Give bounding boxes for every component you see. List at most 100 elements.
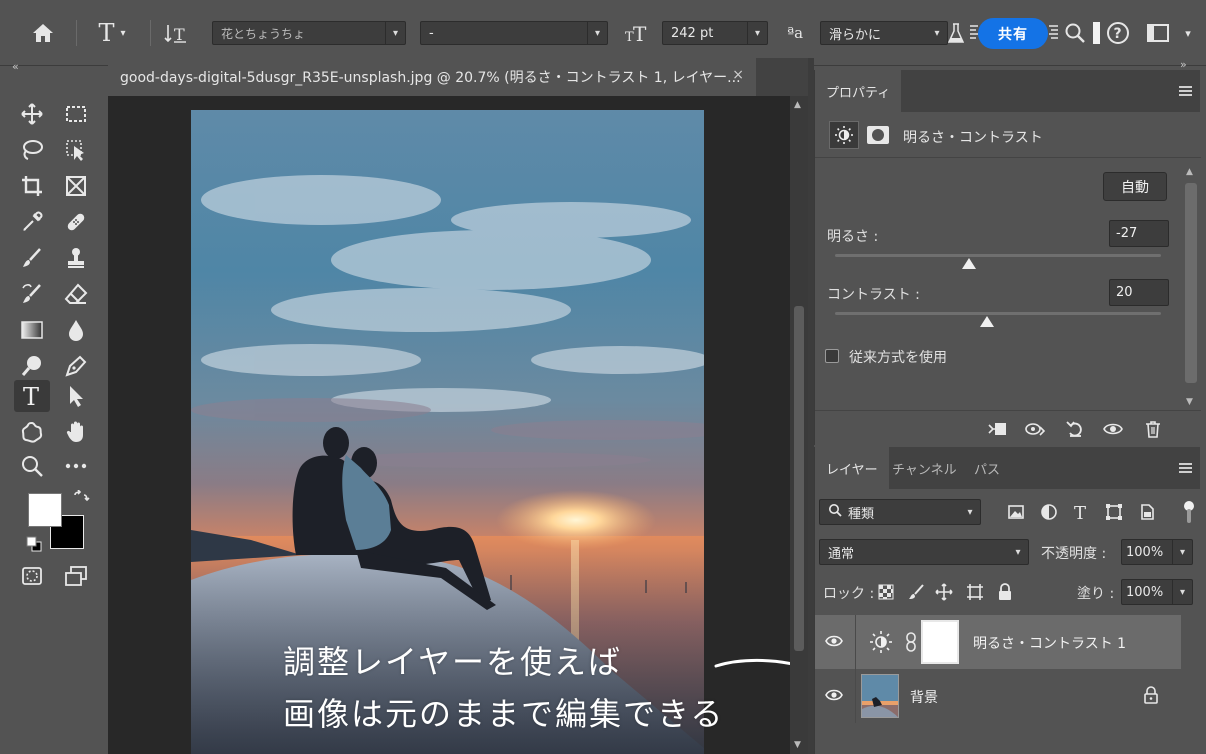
document-tab-bar: good-days-digital-5dusgr_R35E-unsplash.j… bbox=[108, 58, 808, 96]
filter-smart-object-icon[interactable] bbox=[1138, 503, 1156, 525]
lock-pixels-icon[interactable] bbox=[907, 583, 925, 605]
delete-icon[interactable] bbox=[1139, 416, 1167, 442]
mask-icon[interactable] bbox=[867, 126, 889, 144]
layer-lock-icon[interactable] bbox=[1143, 686, 1159, 704]
pen-tool-icon[interactable] bbox=[58, 350, 94, 382]
lasso-tool-icon[interactable] bbox=[14, 134, 50, 166]
font-family-select[interactable]: 花とちょうちょ ▾ bbox=[212, 21, 406, 45]
custom-shape-tool-icon[interactable] bbox=[14, 416, 50, 448]
panel-menu-icon[interactable] bbox=[1179, 86, 1192, 96]
filter-type-icon[interactable]: T bbox=[1072, 503, 1090, 525]
contrast-input[interactable]: 20 bbox=[1109, 279, 1169, 306]
panel-menu-icon[interactable] bbox=[1179, 463, 1192, 473]
more-tools-icon[interactable] bbox=[58, 450, 94, 482]
blend-mode-select[interactable]: 通常 ▾ bbox=[819, 539, 1029, 565]
filter-adjustment-icon[interactable] bbox=[1040, 503, 1058, 525]
properties-scrollbar[interactable]: ▲ ▼ bbox=[1182, 167, 1200, 410]
auto-button[interactable]: 自動 bbox=[1103, 172, 1167, 201]
layer-filter-select[interactable]: 種類 ▾ bbox=[819, 499, 981, 525]
default-colors-icon[interactable] bbox=[26, 536, 42, 552]
view-previous-icon[interactable] bbox=[1021, 416, 1049, 442]
dodge-tool-icon[interactable] bbox=[14, 350, 50, 382]
layer-row-background[interactable]: 背景 bbox=[815, 669, 1181, 723]
flask-icon[interactable] bbox=[946, 17, 966, 49]
contrast-slider-thumb[interactable] bbox=[980, 316, 995, 327]
align-right-icon[interactable] bbox=[1046, 17, 1060, 49]
lock-artboard-icon[interactable] bbox=[966, 583, 984, 605]
lock-position-icon[interactable] bbox=[935, 583, 953, 605]
frame-tool-icon[interactable] bbox=[58, 170, 94, 202]
brightness-slider-track[interactable] bbox=[835, 254, 1161, 257]
screen-mode-icon[interactable] bbox=[1090, 17, 1102, 49]
tab-layers[interactable]: レイヤー bbox=[815, 447, 889, 489]
brightness-slider-thumb[interactable] bbox=[961, 258, 976, 269]
layer-mask-thumbnail[interactable] bbox=[921, 620, 959, 664]
eyedropper-tool-icon[interactable] bbox=[14, 206, 50, 238]
chevron-down-icon[interactable]: ▼ bbox=[794, 740, 801, 750]
eraser-tool-icon[interactable] bbox=[58, 278, 94, 310]
scrollbar-thumb[interactable] bbox=[794, 306, 804, 651]
path-selection-tool-icon[interactable] bbox=[58, 380, 94, 412]
move-tool-icon[interactable] bbox=[14, 98, 50, 130]
link-chain-icon[interactable] bbox=[905, 632, 917, 652]
blur-tool-icon[interactable] bbox=[58, 314, 94, 346]
zoom-tool-icon[interactable] bbox=[14, 450, 50, 482]
background-layer-thumbnail[interactable] bbox=[861, 674, 899, 718]
chevron-down-icon[interactable]: ▼ bbox=[1186, 397, 1193, 407]
tools-panel: T bbox=[0, 70, 104, 754]
foreground-color-swatch[interactable] bbox=[28, 493, 62, 527]
history-brush-tool-icon[interactable] bbox=[14, 278, 50, 310]
text-orientation-icon[interactable]: T bbox=[160, 17, 192, 49]
reset-icon[interactable] bbox=[1061, 416, 1089, 442]
antialias-select[interactable]: 滑らかに ▾ bbox=[820, 21, 948, 45]
filter-shape-icon[interactable] bbox=[1105, 503, 1123, 525]
filter-pixel-icon[interactable] bbox=[1007, 503, 1025, 525]
help-icon[interactable]: ? bbox=[1104, 17, 1132, 49]
document-tab[interactable]: good-days-digital-5dusgr_R35E-unsplash.j… bbox=[108, 58, 756, 96]
healing-brush-tool-icon[interactable] bbox=[58, 206, 94, 238]
tab-channels[interactable]: チャンネル bbox=[881, 447, 968, 489]
home-icon[interactable] bbox=[26, 17, 60, 49]
visibility-eye-icon[interactable] bbox=[825, 634, 843, 648]
brightness-input[interactable]: -27 bbox=[1109, 220, 1169, 247]
chevron-up-icon[interactable]: ▲ bbox=[794, 100, 801, 110]
quick-mask-icon[interactable] bbox=[14, 560, 50, 592]
crop-tool-icon[interactable] bbox=[14, 170, 50, 202]
font-style-select[interactable]: - ▾ bbox=[420, 21, 608, 45]
gradient-tool-icon[interactable] bbox=[14, 314, 50, 346]
swap-colors-icon[interactable] bbox=[72, 489, 90, 508]
brush-tool-icon[interactable] bbox=[14, 242, 50, 274]
legacy-checkbox[interactable] bbox=[825, 349, 839, 363]
share-button[interactable]: 共有 bbox=[978, 18, 1048, 49]
marquee-tool-icon[interactable] bbox=[58, 98, 94, 130]
type-tool-preset-button[interactable]: T ▾ bbox=[86, 17, 138, 49]
workspace-icon[interactable] bbox=[1144, 17, 1172, 49]
canvas-vertical-scrollbar[interactable]: ▲ ▼ bbox=[790, 96, 808, 754]
tab-paths[interactable]: パス bbox=[963, 447, 1011, 489]
clone-stamp-tool-icon[interactable] bbox=[58, 242, 94, 274]
tab-properties[interactable]: プロパティ bbox=[815, 70, 902, 112]
opacity-input[interactable]: 100% ▾ bbox=[1121, 539, 1193, 565]
type-tool-icon[interactable]: T bbox=[14, 380, 50, 412]
close-icon[interactable]: × bbox=[732, 67, 744, 83]
lock-transparency-icon[interactable] bbox=[877, 583, 895, 605]
layer-name[interactable]: 明るさ・コントラスト 1 bbox=[973, 633, 1126, 653]
hand-tool-icon[interactable] bbox=[58, 416, 94, 448]
visibility-eye-icon[interactable] bbox=[825, 688, 843, 702]
contrast-slider-track[interactable] bbox=[835, 312, 1161, 315]
screen-mode-tool-icon[interactable] bbox=[58, 560, 94, 592]
filter-toggle-icon[interactable] bbox=[1183, 501, 1195, 525]
layer-name[interactable]: 背景 bbox=[910, 687, 938, 707]
layer-row-brightness-contrast[interactable]: 明るさ・コントラスト 1 bbox=[815, 615, 1181, 669]
toggle-visibility-icon[interactable] bbox=[1099, 416, 1127, 442]
lock-all-icon[interactable] bbox=[996, 583, 1014, 605]
chevron-up-icon[interactable]: ▲ bbox=[1186, 167, 1193, 177]
fill-input[interactable]: 100% ▾ bbox=[1121, 579, 1193, 605]
adjustment-sun-icon[interactable] bbox=[829, 121, 859, 149]
scrollbar-thumb[interactable] bbox=[1185, 183, 1197, 383]
search-icon[interactable] bbox=[1062, 17, 1088, 49]
clip-to-layer-icon[interactable] bbox=[983, 416, 1011, 442]
chevron-down-icon[interactable]: ▾ bbox=[1178, 17, 1198, 49]
object-selection-tool-icon[interactable] bbox=[58, 134, 94, 166]
font-size-select[interactable]: 242 pt ▾ bbox=[662, 21, 768, 45]
